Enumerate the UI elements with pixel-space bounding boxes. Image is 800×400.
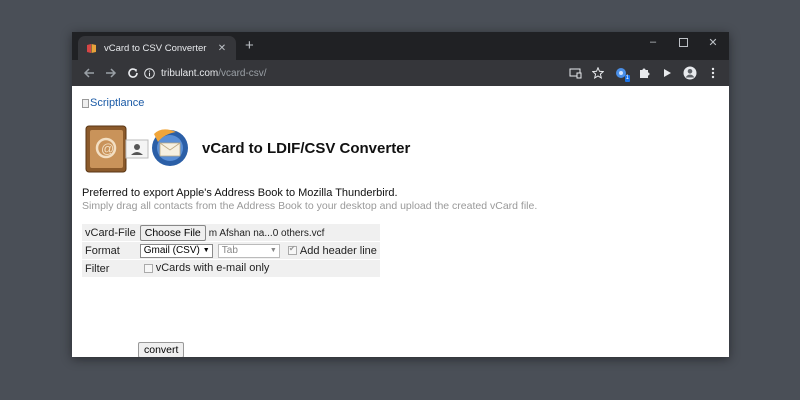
- close-window-icon[interactable]: ✕: [699, 32, 727, 52]
- minimize-icon[interactable]: –: [639, 32, 667, 52]
- tab-strip: vCard to CSV Converter ✕ + – ✕: [72, 32, 729, 60]
- extension-badge: 1: [624, 75, 630, 82]
- forward-arrow-icon[interactable]: [100, 62, 122, 84]
- filter-label: Filter: [82, 260, 139, 277]
- format-cell: Gmail (CSV)▼ Tab▼ Add header line: [138, 242, 380, 259]
- format-row: Format Gmail (CSV)▼ Tab▼ Add header line: [82, 242, 380, 259]
- app-logo: @: [84, 122, 190, 176]
- chevron-down-icon: ▼: [202, 246, 210, 254]
- favicon-icon: [86, 43, 97, 54]
- page-content: Scriptlance @ vCard to LDIF/CSV Converte…: [72, 86, 729, 357]
- extension-icon[interactable]: 1: [611, 63, 631, 83]
- broken-image-icon: [82, 98, 89, 108]
- reload-icon[interactable]: [122, 62, 144, 84]
- svg-text:@: @: [101, 141, 114, 156]
- back-arrow-icon[interactable]: [78, 62, 100, 84]
- address-bar[interactable]: tribulant.com/vcard-csv/: [144, 64, 564, 82]
- format-select[interactable]: Gmail (CSV) ▼: [139, 243, 213, 258]
- vcard-file-label: vCard-File: [82, 224, 139, 241]
- page-title: vCard to LDIF/CSV Converter: [202, 140, 411, 157]
- filter-cell: vCards with e-mail only: [138, 260, 380, 277]
- active-tab[interactable]: vCard to CSV Converter ✕: [78, 36, 236, 60]
- browser-toolbar: tribulant.com/vcard-csv/ 1: [72, 60, 729, 86]
- new-tab-icon[interactable]: +: [245, 38, 254, 54]
- format-selected-value: Gmail (CSV): [143, 244, 200, 256]
- header-line-label: Add header line: [299, 244, 377, 257]
- vcard-file-cell: Choose File m Afshan na...0 others.vcf: [138, 224, 380, 241]
- delimiter-select[interactable]: Tab ▼: [217, 243, 280, 258]
- filter-row: Filter vCards with e-mail only: [82, 260, 380, 277]
- tab-title: vCard to CSV Converter: [104, 42, 207, 54]
- delimiter-selected-value: Tab: [221, 244, 238, 256]
- chevron-down-icon: ▼: [269, 246, 277, 254]
- header-line-checkbox[interactable]: [287, 244, 297, 255]
- maximize-icon[interactable]: [669, 32, 697, 52]
- toolbar-actions: 1: [565, 62, 723, 84]
- intro-text: Preferred to export Apple's Address Book…: [82, 187, 398, 199]
- broken-image-alt: Scriptlance: [90, 97, 145, 109]
- broken-image-link[interactable]: Scriptlance: [82, 97, 144, 109]
- info-icon[interactable]: [144, 67, 155, 79]
- convert-button[interactable]: convert: [138, 342, 185, 357]
- intro-subtext: Simply drag all contacts from the Addres…: [82, 200, 538, 212]
- profile-avatar[interactable]: [680, 63, 700, 83]
- extensions-puzzle-icon[interactable]: [634, 63, 654, 83]
- email-only-checkbox[interactable]: [143, 264, 153, 274]
- url-path: /vcard-csv/: [218, 67, 267, 79]
- converter-form: vCard-File Choose File m Afshan na...0 ot…: [82, 223, 380, 278]
- tab-close-icon[interactable]: ✕: [216, 43, 228, 54]
- url-domain: tribulant.com: [161, 67, 219, 79]
- format-label: Format: [82, 242, 139, 259]
- cast-icon[interactable]: [565, 63, 585, 83]
- selected-file-name: m Afshan na...0 others.vcf: [208, 227, 325, 239]
- choose-file-button[interactable]: Choose File: [139, 224, 206, 241]
- vcard-file-row: vCard-File Choose File m Afshan na...0 ot…: [82, 224, 380, 241]
- menu-dots-icon[interactable]: [703, 63, 723, 83]
- bookmark-star-icon[interactable]: [588, 63, 608, 83]
- browser-window: vCard to CSV Converter ✕ + – ✕ tribulant…: [72, 32, 729, 357]
- media-play-icon[interactable]: [657, 63, 677, 83]
- email-only-label: vCards with e-mail only: [155, 262, 270, 275]
